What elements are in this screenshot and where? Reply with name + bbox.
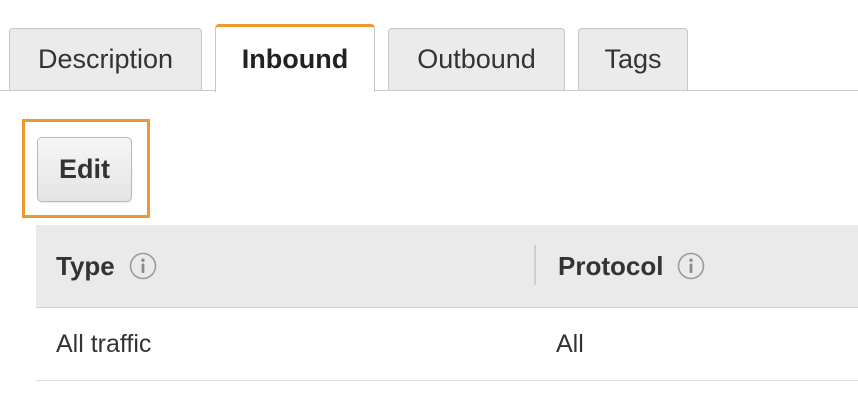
info-icon[interactable] <box>677 252 705 280</box>
column-header-type[interactable]: Type <box>56 225 157 307</box>
column-header-label: Type <box>56 250 115 281</box>
column-header-label: Protocol <box>558 250 664 281</box>
tab-bar-divider <box>0 90 858 91</box>
edit-button[interactable]: Edit <box>37 137 132 202</box>
security-group-panel: Description Inbound Outbound Tags Edit T… <box>0 0 858 416</box>
column-header-protocol[interactable]: Protocol <box>558 225 705 307</box>
tab-inbound[interactable]: Inbound <box>215 24 375 92</box>
info-icon[interactable] <box>129 252 157 280</box>
column-divider[interactable] <box>534 245 536 285</box>
cell-type: All traffic <box>56 329 152 358</box>
tab-tags[interactable]: Tags <box>578 28 688 90</box>
table-header: Type Protocol <box>36 225 858 308</box>
cell-protocol: All <box>556 329 584 358</box>
inbound-rules-table: Type Protocol All traffic All <box>36 225 858 381</box>
tab-description[interactable]: Description <box>9 28 202 90</box>
tab-bar: Description Inbound Outbound Tags <box>0 0 858 92</box>
tab-outbound[interactable]: Outbound <box>388 28 565 90</box>
table-row: All traffic All <box>36 308 858 381</box>
